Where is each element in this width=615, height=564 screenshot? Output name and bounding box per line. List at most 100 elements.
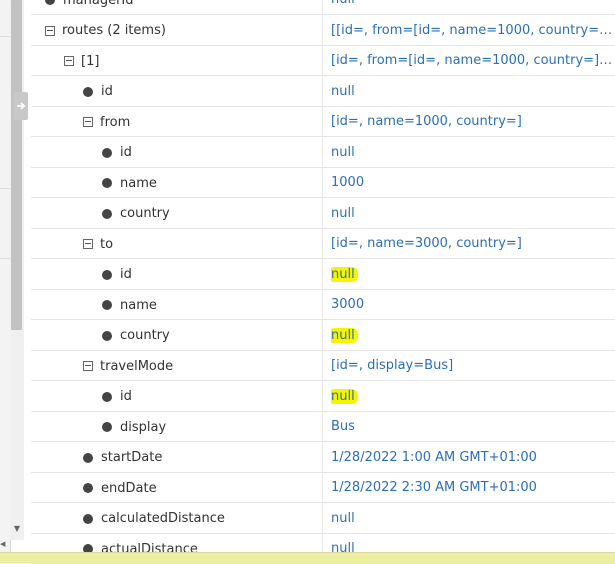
property-value: null xyxy=(331,77,615,107)
property-value-text: Bus xyxy=(331,419,355,434)
property-value-text: 1/28/2022 1:00 AM GMT+01:00 xyxy=(331,449,537,465)
property-value-text: null xyxy=(331,510,355,526)
property-label: id xyxy=(120,145,132,160)
collapse-toggle-icon[interactable] xyxy=(83,361,93,371)
property-label: routes (2 items) xyxy=(62,23,166,38)
tree-row[interactable]: to [id=, name=3000, country=] xyxy=(31,229,615,259)
property-name: display xyxy=(102,412,166,442)
tree-row[interactable]: startDate 1/28/2022 1:00 AM GMT+01:00 xyxy=(31,443,615,473)
property-label: id xyxy=(120,389,132,404)
property-label: country xyxy=(120,206,170,221)
property-name: from xyxy=(83,107,130,137)
tree-row[interactable]: routes (2 items) [[id=, from=[id=, name=1… xyxy=(31,16,615,46)
property-value: null xyxy=(331,321,615,351)
property-name: calculatedDistance xyxy=(83,504,225,534)
property-value: [[id=, from=[id=, name=1000, country=],.… xyxy=(331,16,615,46)
property-label: [1] xyxy=(81,53,100,69)
bullet-icon xyxy=(83,452,93,463)
tree-row[interactable]: travelMode [id=, display=Bus] xyxy=(31,351,615,381)
property-name: id xyxy=(83,77,113,107)
property-value-text: null xyxy=(331,327,358,343)
property-name: country xyxy=(102,199,170,229)
property-value-text: null xyxy=(331,83,355,99)
collapse-panel-button[interactable] xyxy=(14,92,28,120)
property-value: [id=, name=1000, country=] xyxy=(331,107,615,137)
scroll-down-icon[interactable]: ▼ xyxy=(10,522,24,536)
tree-row[interactable]: id null xyxy=(31,138,615,168)
collapse-toggle-icon[interactable] xyxy=(64,56,74,66)
bullet-icon xyxy=(83,86,93,97)
column-separator[interactable] xyxy=(322,0,323,552)
property-value-text: null xyxy=(331,266,358,282)
property-name: id xyxy=(102,260,132,290)
property-name: name xyxy=(102,290,157,320)
property-value-text: [id=, display=Bus] xyxy=(331,358,454,373)
property-value-text: 3000 xyxy=(331,297,365,312)
property-value: [id=, display=Bus] xyxy=(331,351,615,381)
property-value: [id=, from=[id=, name=1000, country=], .… xyxy=(331,46,615,76)
collapse-toggle-icon[interactable] xyxy=(45,25,55,36)
property-label: from xyxy=(100,114,131,130)
tree-row[interactable]: id null xyxy=(31,77,615,107)
property-label: travelMode xyxy=(100,358,174,374)
property-value: null xyxy=(331,0,615,15)
property-value: null xyxy=(331,138,615,168)
bullet-icon xyxy=(102,330,112,341)
property-value: [id=, name=3000, country=] xyxy=(331,229,615,259)
property-label: endDate xyxy=(101,480,157,496)
bullet-icon xyxy=(83,483,93,493)
property-value-text: null xyxy=(331,144,355,160)
property-value-text: [id=, from=[id=, name=1000, country=], .… xyxy=(331,53,615,68)
tree-row[interactable]: id null xyxy=(31,260,615,290)
property-name: [1] xyxy=(64,46,99,76)
property-label: country xyxy=(120,328,170,343)
vertical-scrollbar[interactable]: ▼ xyxy=(10,0,24,540)
property-label: id xyxy=(101,84,113,99)
bullet-icon xyxy=(102,147,112,158)
scroll-left-icon[interactable]: ◀ xyxy=(0,540,10,552)
property-value-text: [id=, name=3000, country=] xyxy=(331,236,522,251)
bullet-icon xyxy=(102,269,112,280)
property-value: null xyxy=(331,504,615,534)
property-label: name xyxy=(120,297,157,313)
property-value: 1/28/2022 2:30 AM GMT+01:00 xyxy=(331,473,615,503)
tree-row[interactable]: [1] [id=, from=[id=, name=1000, country=]… xyxy=(31,46,615,76)
tree-row[interactable]: display Bus xyxy=(31,412,615,442)
property-name: endDate xyxy=(83,473,157,503)
bottom-status-bar xyxy=(0,552,615,563)
tree-row[interactable]: name 1000 xyxy=(31,168,615,198)
tree-row[interactable]: country null xyxy=(31,321,615,351)
property-label: to xyxy=(100,236,114,252)
property-value-text: 1000 xyxy=(331,175,365,190)
scrollbar-thumb[interactable] xyxy=(11,0,22,330)
tree-row[interactable]: name 3000 xyxy=(31,290,615,320)
tree-row[interactable]: id null xyxy=(31,382,615,412)
property-value: null xyxy=(331,382,615,412)
property-value: 3000 xyxy=(331,290,615,320)
property-name: to xyxy=(83,229,113,259)
property-label: id xyxy=(120,267,132,282)
tree-row[interactable]: endDate 1/28/2022 2:30 AM GMT+01:00 xyxy=(31,473,615,503)
collapse-toggle-icon[interactable] xyxy=(83,239,93,249)
property-name: id xyxy=(102,138,132,168)
property-name: routes (2 items) xyxy=(45,16,166,46)
tree-row[interactable]: managerId null xyxy=(31,0,615,15)
tree-row[interactable]: country null xyxy=(31,199,615,229)
property-name: startDate xyxy=(83,443,162,473)
property-label: name xyxy=(120,175,157,191)
property-value-text: null xyxy=(331,205,355,221)
property-value-text: [[id=, from=[id=, name=1000, country=],.… xyxy=(331,22,615,38)
property-value: null xyxy=(331,260,615,290)
tree-row[interactable]: calculatedDistance null xyxy=(31,504,615,534)
property-name: managerId xyxy=(45,0,134,15)
property-label: managerId xyxy=(63,0,134,8)
property-value-text: [id=, name=1000, country=] xyxy=(331,114,522,129)
property-name: name xyxy=(102,168,157,198)
tree-row[interactable]: from [id=, name=1000, country=] xyxy=(31,107,615,137)
arrow-right-icon xyxy=(17,102,26,110)
property-value: Bus xyxy=(331,412,615,442)
bullet-icon xyxy=(102,208,112,219)
collapse-toggle-icon[interactable] xyxy=(83,117,93,127)
property-label: display xyxy=(120,419,167,435)
property-name: country xyxy=(102,321,170,351)
